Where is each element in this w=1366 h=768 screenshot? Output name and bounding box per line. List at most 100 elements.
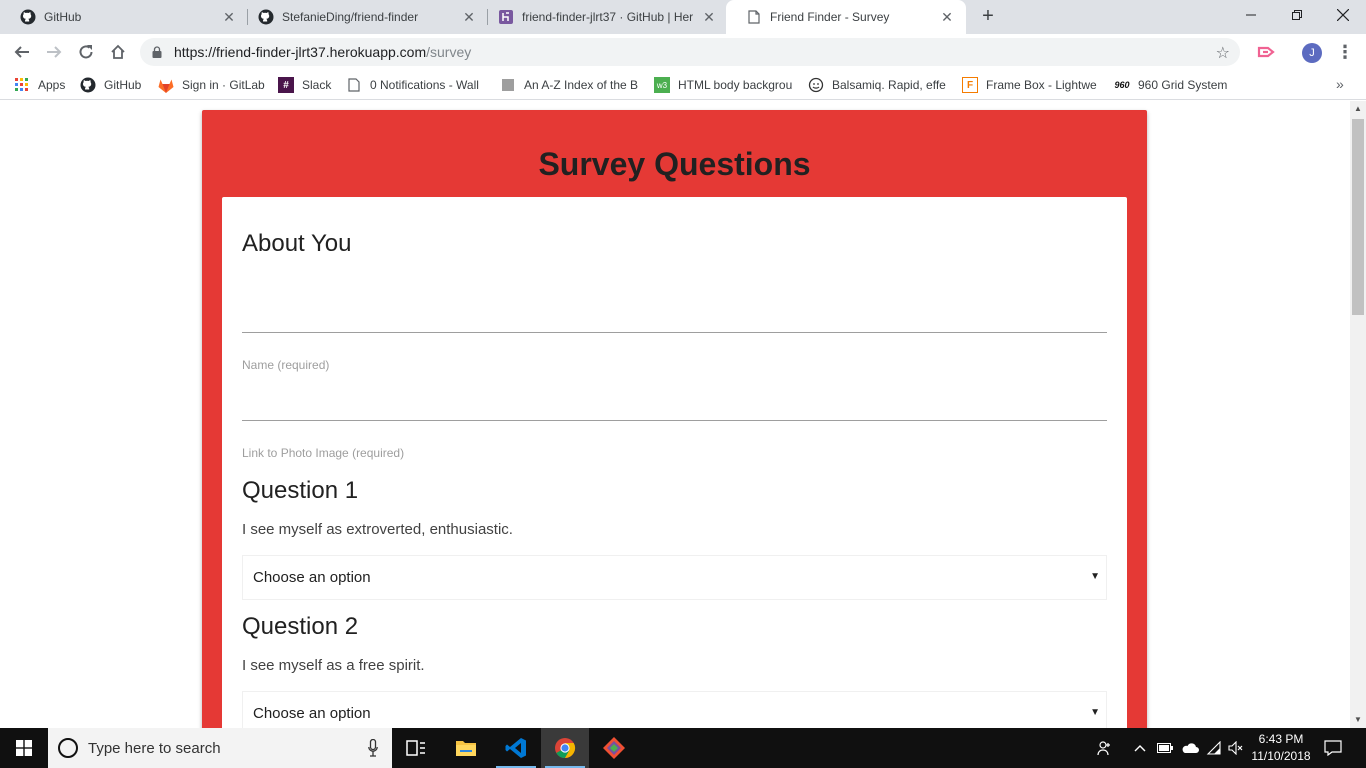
close-icon[interactable]: ✕ <box>222 9 236 26</box>
bookmark-label: An A-Z Index of the B <box>524 78 639 92</box>
bookmark-gitlab[interactable]: Sign in · GitLab <box>158 76 268 94</box>
vscode-button[interactable] <box>492 728 540 768</box>
chrome-button[interactable] <box>541 728 589 768</box>
name-label: Name (required) <box>242 358 330 372</box>
forward-arrow-icon <box>47 46 62 58</box>
question-1-text: I see myself as extroverted, enthusiasti… <box>242 521 513 538</box>
home-button[interactable] <box>104 38 132 66</box>
windows-taskbar: Type here to search 6:43 PM 11/10/2018 <box>0 728 1366 768</box>
system-clock[interactable]: 6:43 PM 11/10/2018 <box>1248 731 1314 765</box>
github-icon <box>258 9 274 25</box>
tab-github[interactable]: GitHub ✕ <box>0 0 248 34</box>
volume-muted-icon[interactable] <box>1226 728 1246 768</box>
bookmark-frame-box[interactable]: F Frame Box - Lightwe <box>962 76 1100 94</box>
microphone-icon[interactable] <box>368 738 378 757</box>
bookmark-label: GitHub <box>104 78 142 92</box>
start-button[interactable] <box>0 728 48 768</box>
photo-link-input[interactable] <box>242 377 1107 420</box>
back-button[interactable] <box>8 38 36 66</box>
bookmark-apps[interactable]: Apps <box>14 76 74 94</box>
reload-button[interactable] <box>72 38 100 66</box>
chevron-up-icon[interactable] <box>1132 728 1148 768</box>
reload-icon <box>79 45 93 59</box>
browser-toolbar: https://friend-finder-jlrt37.herokuapp.c… <box>0 34 1366 70</box>
w3-icon: w3 <box>654 77 670 93</box>
about-heading: About You <box>242 230 352 257</box>
bookmark-html-body[interactable]: w3 HTML body backgrou <box>654 76 794 94</box>
name-input[interactable] <box>242 277 1107 332</box>
bookmark-label: Apps <box>38 78 66 92</box>
tab-heroku[interactable]: friend-finder-jlrt37 · GitHub | Her ✕ <box>478 0 728 34</box>
tab-label: Friend Finder - Survey <box>770 10 890 24</box>
bookmark-balsamiq[interactable]: Balsamiq. Rapid, effe <box>808 76 948 94</box>
scroll-up-icon[interactable]: ▲ <box>1350 101 1366 117</box>
bookmark-label: Frame Box - Lightwe <box>986 78 1097 92</box>
framebox-icon: F <box>962 77 978 93</box>
question-1-heading: Question 1 <box>242 477 359 504</box>
tab-label: GitHub <box>44 10 82 24</box>
bookmarks-bar: Apps GitHub Sign in · GitLab # Slack 0 N… <box>0 70 1366 100</box>
bookmark-github[interactable]: GitHub <box>80 76 152 94</box>
close-icon[interactable]: ✕ <box>462 9 476 26</box>
bookmark-960-grid[interactable]: 960 960 Grid System <box>1114 76 1234 94</box>
question-2-select[interactable]: Choose an option ▼ <box>242 691 1107 728</box>
dropdown-caret-icon: ▼ <box>1090 571 1100 582</box>
slack-icon: # <box>278 77 294 93</box>
960-icon: 960 <box>1114 80 1130 90</box>
chrome-icon <box>555 738 576 759</box>
browser-menu-icon[interactable]: ⋮ <box>1336 42 1354 64</box>
close-icon[interactable]: ✕ <box>940 9 954 26</box>
balsamiq-icon <box>808 77 824 93</box>
wifi-icon[interactable] <box>1204 728 1224 768</box>
bookmark-label: 960 Grid System <box>1138 78 1228 92</box>
task-view-button[interactable] <box>392 728 440 768</box>
tab-friend-finder-repo[interactable]: StefanieDing/friend-finder ✕ <box>238 0 488 34</box>
forward-button[interactable] <box>40 38 68 66</box>
home-icon <box>111 44 125 59</box>
close-icon[interactable]: ✕ <box>702 9 716 26</box>
taskbar-search-box[interactable]: Type here to search <box>48 728 392 768</box>
tab-friend-finder-survey[interactable]: Friend Finder - Survey ✕ <box>726 0 966 34</box>
gitlab-icon <box>158 77 174 93</box>
windows-logo-icon <box>16 740 32 756</box>
scroll-down-icon[interactable]: ▼ <box>1350 712 1366 728</box>
task-view-icon <box>406 740 425 756</box>
bookmark-label: 0 Notifications - Wall <box>370 78 479 92</box>
tab-label: StefanieDing/friend-finder <box>282 10 419 24</box>
onedrive-icon[interactable] <box>1180 728 1200 768</box>
photo-label: Link to Photo Image (required) <box>242 446 405 460</box>
clock-time: 6:43 PM <box>1258 732 1304 746</box>
bookmark-notifications[interactable]: 0 Notifications - Wall <box>346 76 486 94</box>
bookmark-slack[interactable]: # Slack <box>278 76 338 94</box>
extension-icon[interactable] <box>1256 42 1276 62</box>
profile-avatar[interactable]: J <box>1302 43 1322 63</box>
back-arrow-icon <box>14 46 29 58</box>
github-icon <box>80 77 96 93</box>
dropdown-caret-icon: ▼ <box>1090 707 1100 718</box>
bookmark-az-index[interactable]: An A-Z Index of the B <box>500 76 640 94</box>
tab-strip: GitHub ✕ StefanieDing/friend-finder ✕ fr… <box>0 0 1366 34</box>
battery-icon[interactable] <box>1156 728 1174 768</box>
clock-date: 11/10/2018 <box>1251 749 1311 763</box>
bookmark-star-icon[interactable]: ☆ <box>1216 43 1230 63</box>
address-bar[interactable]: https://friend-finder-jlrt37.herokuapp.c… <box>140 38 1240 66</box>
folder-icon <box>456 741 476 756</box>
close-window-button[interactable] <box>1320 0 1366 30</box>
restore-button[interactable] <box>1274 0 1320 30</box>
bookmark-label: Balsamiq. Rapid, effe <box>832 78 946 92</box>
bookmarks-overflow-icon[interactable]: » <box>1336 76 1344 92</box>
file-explorer-button[interactable] <box>442 728 490 768</box>
name-input-underline <box>242 332 1107 333</box>
new-tab-button[interactable]: + <box>976 4 1000 28</box>
question-1-select[interactable]: Choose an option ▼ <box>242 555 1107 600</box>
page-icon <box>746 9 762 25</box>
people-icon[interactable] <box>1094 728 1116 768</box>
scrollbar-thumb[interactable] <box>1352 119 1364 315</box>
git-gui-button[interactable] <box>590 728 638 768</box>
page-scrollbar[interactable]: ▲ ▼ <box>1350 101 1366 728</box>
page-icon <box>500 77 516 93</box>
url-host: https://friend-finder-jlrt37.herokuapp.c… <box>174 44 427 60</box>
action-center-icon[interactable] <box>1320 728 1346 768</box>
minimize-button[interactable] <box>1228 0 1274 30</box>
cortana-icon <box>58 738 78 758</box>
